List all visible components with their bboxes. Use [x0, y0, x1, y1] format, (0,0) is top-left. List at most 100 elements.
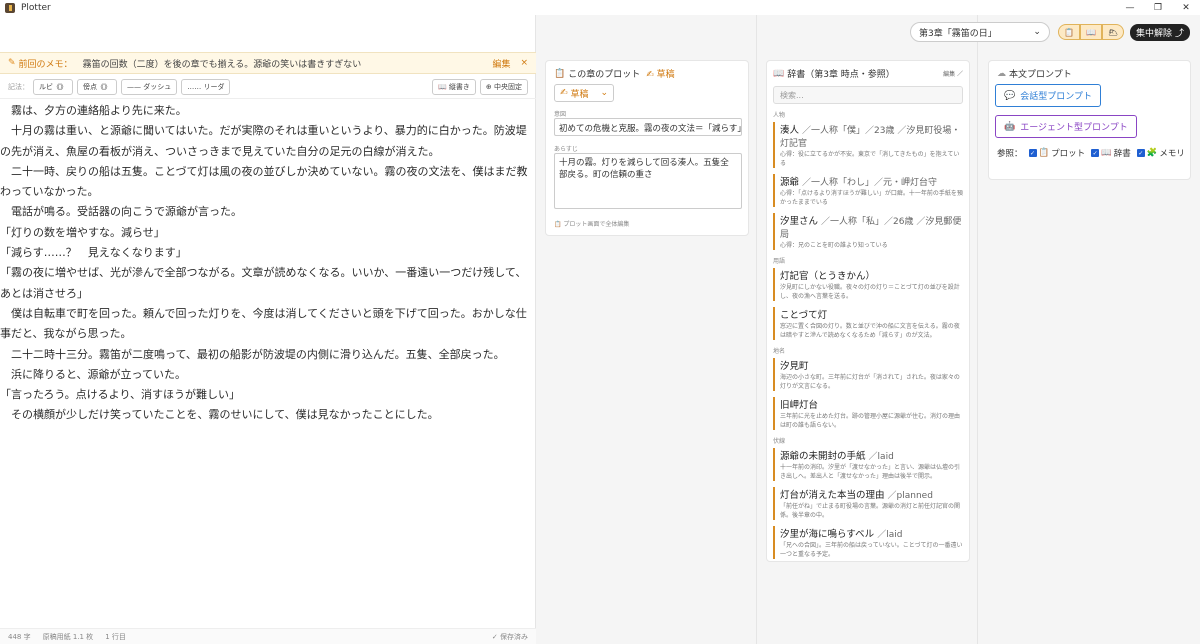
center-fix-button[interactable]: ⊕ 中央固定 — [479, 78, 528, 95]
paragraph: 「灯りの数を増やすな。減らせ」 — [0, 225, 165, 239]
entry-name: 湊人 — [780, 125, 800, 136]
chevron-down-icon: ⌄ — [1033, 27, 1041, 37]
ref-plot-checkbox[interactable]: ✓ — [1028, 149, 1037, 157]
ref-memo-label: メモリ — [1159, 149, 1185, 159]
maximize-button[interactable]: ❐ — [1144, 0, 1172, 15]
dictionary-entry[interactable]: 旧岬灯台 三年前に光を止めた灯台。跡の管理小屋に源爺が住む。消灯の理由は町の誰も… — [773, 397, 963, 430]
prompt-title: 本文プロンプト — [1009, 70, 1072, 80]
memory-icon: 🧩 — [1146, 148, 1158, 158]
dictionary-entry[interactable]: 汐見町 海辺の小さな町。三年前に灯台が「消されて」された。夜は家々の灯りが文言に… — [773, 358, 963, 391]
entry-name: 汐里が海に鳴らすベル — [780, 529, 875, 540]
summary-textarea[interactable]: 十月の霧。灯りを減らして回る湊人。五隻全部戻る。町の信頼の重さ — [554, 153, 742, 209]
dictionary-title: 辞書（第3章 時点・参照） — [787, 70, 895, 80]
draft-badge-label: 草稿 — [656, 70, 675, 80]
title-bar: Plotter — ❐ ✕ — [0, 0, 1200, 15]
dictionary-edit-button[interactable]: 編集 ／ — [943, 69, 963, 78]
reference-options: 参照： ✓ 📋 プロット ✓ 📖 辞書 ✓ 🧩 メモリ — [997, 147, 1185, 159]
dictionary-entry[interactable]: 源爺 ／一人称「わし」／元・岬灯台守 心得：「点けるより消すほうが難しい」が口癖… — [773, 174, 963, 207]
vertical-writing-button[interactable]: 📖 縦書き — [431, 78, 476, 95]
plot-card-header: 📋 この章のプロット ✍ 草稿 — [554, 67, 675, 81]
status-bar: 448 字 原稿用紙 1.1 枚 1 行目 ✓ 保存済み — [0, 628, 536, 644]
chat-prompt-label: 会話型プロンプト — [1020, 92, 1092, 102]
chat-icon: 💬 — [1004, 90, 1016, 101]
clipboard-icon: 📋 — [1038, 148, 1050, 158]
leader-button[interactable]: …… リーダ — [181, 78, 231, 95]
status-select-value: 草稿 — [570, 89, 589, 100]
dictionary-card: 📖 辞書（第3章 時点・参照） 編集 ／ 検索... 人物 湊人 ／一人称「僕」… — [766, 60, 970, 562]
dash-button[interactable]: —— ダッシュ — [121, 78, 178, 95]
manuscript-count: 原稿用紙 1.1 枚 — [42, 632, 94, 641]
entry-desc: 「前任がね」で止まる町役場の言葉。源爺の消灯と前任灯記官の関係。後半章の中。 — [780, 503, 961, 519]
robot-icon: 🤖 — [1004, 121, 1016, 132]
agent-prompt-button[interactable]: 🤖 エージェント型プロンプト — [995, 115, 1137, 138]
entry-desc: 心得：役に立てるかが不安。東京で「消してきたもの」を抱えている — [780, 151, 960, 167]
line-number: 1 行目 — [105, 632, 126, 641]
reference-label: 参照： — [997, 149, 1023, 159]
dictionary-entry[interactable]: 灯台が消えた本当の理由 ／planned 「前任がね」で止まる町役場の言葉。源爺… — [773, 487, 963, 520]
paragraph: 二十二時十三分。霧笛が二度鳴って、最初の船影が防波堤の内側に滑り込んだ。五隻、全… — [0, 347, 505, 361]
entry-name: 灯台が消えた本当の理由 — [780, 490, 885, 501]
focus-release-button[interactable]: 集中解除 ⤴ — [1129, 23, 1190, 41]
prompt-column: ☁ 本文プロンプト 💬 会話型プロンプト 🤖 エージェント型プロンプト 参照： … — [979, 15, 1200, 644]
window-title: Plotter — [21, 2, 51, 13]
dictionary-entry[interactable]: 湊人 ／一人称「僕」／23歳 ／汐見町役場・灯記官 心得：役に立てるかが不安。東… — [773, 122, 963, 168]
dictionary-header: 📖 辞書（第3章 時点・参照） 編集 ／ — [773, 67, 963, 81]
intent-input[interactable]: 初めての危機と克服。霧の夜の文法＝「減らす」で読 — [554, 118, 742, 136]
clipboard-small-icon: 📋 — [554, 221, 562, 228]
memo-label: 前回のメモ： — [18, 59, 73, 70]
dictionary-entry[interactable]: 源爺の未開封の手紙 ／laid 十一年前の消印。汐里が「渡せなかった」と言い、源… — [773, 448, 963, 481]
close-window-button[interactable]: ✕ — [1172, 0, 1200, 15]
char-count: 448 字 — [8, 632, 31, 641]
app-logo-icon — [5, 2, 15, 13]
clipboard-icon: 📋 — [554, 68, 566, 79]
entry-desc: 三年前に光を止めた灯台。跡の管理小屋に源爺が住む。消灯の理由は町の誰も語らない。 — [780, 413, 961, 429]
ref-plot-label: プロット — [1051, 149, 1086, 159]
category-label: 人物 — [773, 112, 786, 119]
paragraph: 「減らす……？ 見えなくなります」 — [0, 246, 187, 260]
dictionary-search-input[interactable]: 検索... — [773, 86, 963, 104]
memo-edit-button[interactable]: 編集 — [492, 57, 510, 70]
plot-edit-link[interactable]: 📋 プロット画面で全体編集 — [554, 219, 629, 228]
plot-status-select[interactable]: ✍ 草稿 ⌄ — [554, 84, 614, 102]
entry-name: ことづて灯 — [780, 310, 828, 321]
editor-pane: ✎ 前回のメモ： 霧笛の回数（二度）を後の章でも揃える。源爺の笑いは書きすぎない… — [0, 15, 536, 644]
ref-dict-checkbox[interactable]: ✓ — [1091, 149, 1100, 157]
focus-release-label: 集中解除 — [1135, 28, 1172, 39]
entry-name: 灯記官（とうきかん） — [780, 271, 876, 282]
paragraph: 僕は自転車で町を回った。頼んで回った灯りを、今度は消してくださいと頭を下げて回っ… — [0, 306, 527, 341]
paragraph: 「霧の夜に増やせば、光が滲んで全部つながる。文章が読めなくなる。いいか、一番遠い… — [0, 266, 527, 300]
pencil-icon: ✎ — [8, 58, 16, 68]
chapter-select[interactable]: 第3章「霧笛の日」 ⌄ — [909, 22, 1050, 42]
minimize-button[interactable]: — — [1116, 0, 1144, 15]
dictionary-entry[interactable]: ことづて灯 窓辺に置く合図の灯り。数と並びで沖の船に文言を伝える。霧の夜は暗やす… — [773, 307, 963, 340]
exit-arrow-icon: ⤴ — [1174, 28, 1184, 39]
dictionary-entry[interactable]: 灯記官（とうきかん） 汐見町にしかない役職。夜々の灯の灯り＝ことづて灯の並びを設… — [773, 268, 963, 301]
entry-desc: 心得：兄のことを町の誰より知っている — [780, 242, 888, 249]
entry-desc: 海辺の小さな町。三年前に灯台が「消されて」された。夜は家々の灯りが文言になる。 — [780, 374, 960, 390]
ruby-button[interactable]: ルビ《》 — [33, 78, 73, 95]
body-prompt-card: ☁ 本文プロンプト 💬 会話型プロンプト 🤖 エージェント型プロンプト 参照： … — [988, 60, 1191, 180]
entry-desc: 窓辺に置く合図の灯り。数と並びで沖の船に文言を伝える。霧の夜は暗やすと滲んで読め… — [780, 323, 960, 339]
chat-prompt-button[interactable]: 💬 会話型プロンプト — [995, 84, 1101, 107]
entry-sub: ／一人称「僕」／23歳 ／汐見町役場・灯記官 — [780, 126, 961, 149]
memo-close-button[interactable]: × — [520, 58, 528, 68]
dictionary-entry[interactable]: 汐里さん ／一人称「私」／26歳 ／汐見郵便局 心得：兄のことを町の誰より知って… — [773, 213, 963, 250]
ref-memo-checkbox[interactable]: ✓ — [1136, 149, 1145, 157]
dictionary-entry[interactable]: 汐里が海に鳴らすベル ／laid 「兄への合図」。三年前の船は戻っていない。こと… — [773, 526, 963, 559]
cloud-icon: ☁ — [997, 68, 1006, 79]
entry-name: 汐見町 — [780, 361, 809, 372]
manuscript-text[interactable]: 霧は、夕方の連絡船より先に来た。 十月の霧は重い、と源爺に聞いてはいた。だが実際… — [0, 101, 536, 426]
book-icon: 📖 — [773, 68, 785, 79]
summary-label: あらすじ — [554, 146, 578, 153]
view-dictionary-toggle[interactable]: 📖 — [1079, 24, 1102, 40]
save-status: ✓ 保存済み — [491, 632, 528, 641]
dictionary-edit-label: 編集 — [943, 71, 956, 78]
emphasis-button[interactable]: 傍点《》 — [77, 78, 117, 95]
view-prompt-toggle[interactable]: 🌥 — [1101, 24, 1124, 40]
view-plot-toggle[interactable]: 📋 — [1057, 24, 1080, 40]
top-controls: 第3章「霧笛の日」 ⌄ 📋 📖 🌥 集中解除 ⤴ — [909, 22, 1190, 42]
category-label: 地名 — [773, 348, 786, 355]
agent-prompt-label: エージェント型プロンプト — [1020, 123, 1128, 133]
entry-name: 源爺の未開封の手紙 — [780, 451, 866, 462]
memo-text: 霧笛の回数（二度）を後の章でも揃える。源爺の笑いは書きすぎない — [82, 59, 362, 70]
